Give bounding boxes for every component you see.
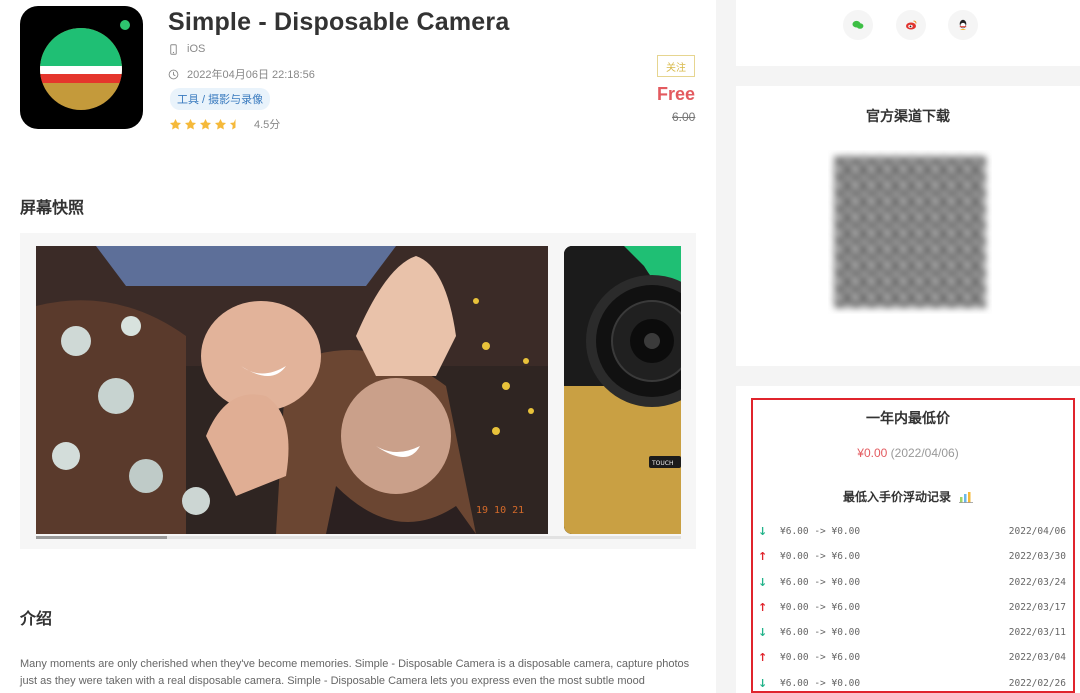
lowest-price-value: ¥0.00 [857,446,888,460]
screenshot-carousel[interactable]: 19 10 21 TOUCH [20,233,696,549]
download-card: 官方渠道下载 [736,86,1080,366]
screenshots-heading: 屏幕快照 [20,200,85,217]
price-change: ¥6.00 -> ¥0.00 [780,677,861,689]
star-half-icon [229,118,236,129]
price-change: ¥0.00 -> ¥6.00 [780,652,861,664]
price-change-date: 2022/03/30 [1008,551,1066,563]
intro-heading: 介绍 [20,611,53,628]
sidebar: 官方渠道下载 一年内最低价 ¥0.00 (2022/04/06) 最低入手价浮动… [736,0,1080,693]
lowest-price-date: (2022/04/06) [890,446,959,460]
current-price: Free [657,84,696,104]
app-icon-disc [40,28,122,110]
qr-code[interactable] [828,150,992,314]
update-date: 2022年04月06日 22:18:56 [187,69,315,81]
lowest-price-card: 一年内最低价 ¥0.00 (2022/04/06) 最低入手价浮动记录 ↓ ¥6.… [736,386,1080,693]
star-full-icon [184,118,197,129]
star-full-icon [199,118,212,129]
price-change-date: 2022/03/04 [1008,652,1066,664]
price-history-row: ↓ ¥6.00 -> ¥0.00 2022/02/26 [758,676,1066,693]
price-history-row: ↓ ¥6.00 -> ¥0.00 2022/03/24 [758,575,1066,600]
lowest-price-title: 一年内最低价 [866,410,950,426]
screenshot-photo[interactable]: 19 10 21 [36,246,548,534]
arrow-down-icon: ↓ [758,626,768,640]
price-change: ¥0.00 -> ¥6.00 [780,551,861,563]
arrow-up-icon: ↑ [758,600,768,614]
price-change: ¥6.00 -> ¥0.00 [780,526,861,537]
price-history-row: ↑ ¥0.00 -> ¥6.00 2022/03/30 [758,549,1066,574]
date-row: 2022年04月06日 22:18:56 [168,66,315,82]
price-change-date: 2022/04/06 [1008,526,1066,537]
price-history-heading: 最低入手价浮动记录 [736,488,1080,505]
weibo-share-button[interactable] [896,10,926,40]
category-tag[interactable]: 工具 / 摄影与录像 [170,88,271,110]
app-detail-panel: Simple - Disposable Camera iOS 2022年04月0… [0,0,716,693]
screenshot-camera[interactable]: TOUCH [564,246,681,534]
date-stamp: 19 10 21 [476,505,524,516]
app-title: Simple - Disposable Camera [168,8,510,36]
bar-chart-icon [959,491,973,503]
qq-share-button[interactable] [948,10,978,40]
qq-icon [959,19,967,30]
lowest-price-line: ¥0.00 (2022/04/06) [736,446,1080,460]
clock-icon [168,69,179,79]
wechat-share-button[interactable] [843,10,873,40]
rating: 4.5分 [169,116,280,132]
follow-button[interactable]: 关注 [657,55,695,77]
rating-score: 4.5分 [254,119,281,131]
wechat-icon [852,20,864,29]
price-history-row: ↑ ¥0.00 -> ¥6.00 2022/03/17 [758,600,1066,625]
price-change: ¥0.00 -> ¥6.00 [780,601,861,613]
star-full-icon [169,118,182,129]
price-change: ¥6.00 -> ¥0.00 [780,576,861,588]
touch-label: TOUCH [651,460,673,467]
download-title: 官方渠道下载 [866,108,950,124]
price-change-date: 2022/03/24 [1008,576,1066,588]
price-history-row: ↓ ¥6.00 -> ¥0.00 2022/04/06 [758,524,1066,549]
price-history-list: ↓ ¥6.00 -> ¥0.00 2022/04/06 ↑ ¥0.00 -> ¥6.00… [758,524,1066,693]
arrow-up-icon: ↑ [758,651,768,665]
phone-icon [170,43,177,55]
star-full-icon [214,118,227,129]
price-history-title: 最低入手价浮动记录 [842,490,951,504]
price-history-row: ↑ ¥0.00 -> ¥6.00 2022/03/04 [758,650,1066,675]
arrow-down-icon: ↓ [758,525,768,538]
platform-row: iOS [168,43,205,55]
share-card [736,0,1080,66]
arrow-down-icon: ↓ [758,575,768,589]
price-change-date: 2022/03/11 [1008,627,1066,639]
price-change-date: 2022/03/17 [1008,601,1066,613]
price-history-row: ↓ ¥6.00 -> ¥0.00 2022/03/11 [758,625,1066,650]
intro-text: Many moments are only cherished when the… [20,658,690,687]
carousel-scroll-thumb[interactable] [36,536,167,539]
app-icon [20,6,143,129]
arrow-up-icon: ↑ [758,550,768,564]
arrow-down-icon: ↓ [758,676,768,690]
weibo-icon [906,20,917,30]
original-price: 6.00 [672,110,696,124]
platform-label: iOS [187,43,206,55]
price-change-date: 2022/02/26 [1008,677,1066,689]
price-change: ¥6.00 -> ¥0.00 [780,627,861,639]
